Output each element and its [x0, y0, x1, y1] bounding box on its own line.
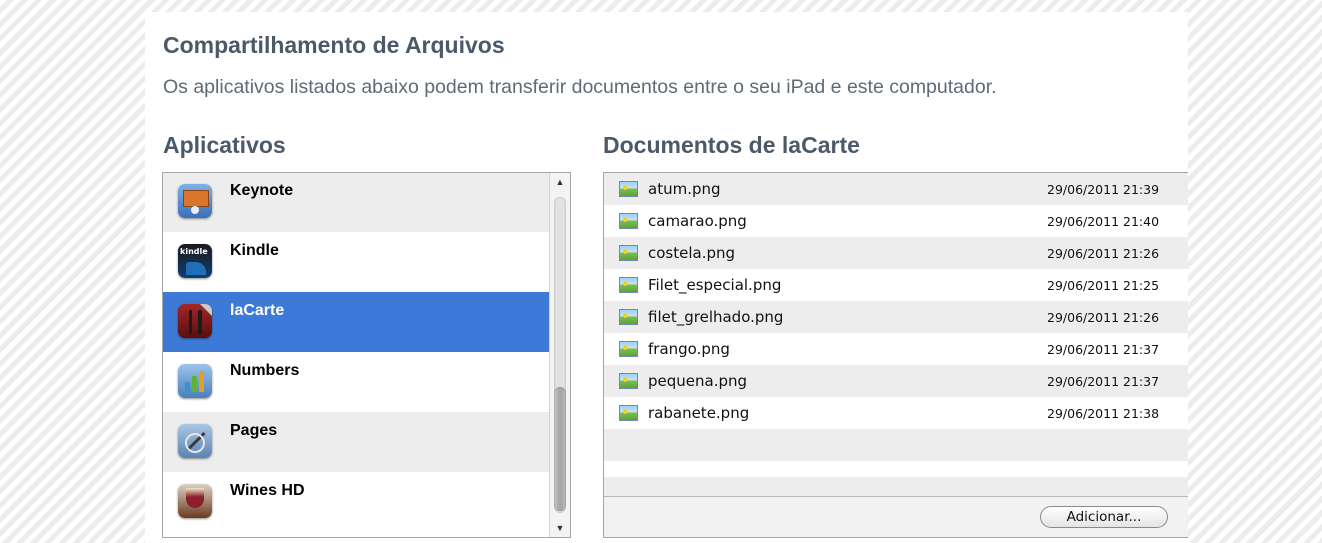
- scroll-up-arrow-icon[interactable]: ▲: [550, 173, 570, 191]
- wines-hd-icon: [178, 484, 212, 518]
- scroll-down-arrow-icon[interactable]: ▼: [550, 519, 570, 537]
- lacarte-icon: [178, 304, 212, 338]
- document-row[interactable]: pequena.png 29/06/2011 21:37: [604, 365, 1188, 397]
- app-item-wines-hd[interactable]: Wines HD: [163, 472, 549, 532]
- kindle-icon: kindle: [178, 244, 212, 278]
- pages-icon: [178, 424, 212, 458]
- document-date: 29/06/2011 21:26: [1047, 310, 1160, 325]
- app-name: Keynote: [230, 182, 294, 199]
- document-row[interactable]: rabanete.png 29/06/2011 21:38: [604, 397, 1188, 429]
- document-name: rabanete.png: [648, 404, 750, 422]
- image-file-icon: [619, 341, 638, 357]
- document-name: filet_grelhado.png: [648, 308, 784, 326]
- numbers-icon: [178, 364, 212, 398]
- app-item-numbers[interactable]: Numbers: [163, 352, 549, 412]
- document-date: 29/06/2011 21:40: [1047, 214, 1160, 229]
- kindle-icon-label: kindle: [180, 247, 208, 256]
- app-item-lacarte[interactable]: laCarte: [163, 292, 549, 352]
- add-button[interactable]: Adicionar...: [1040, 506, 1168, 528]
- apps-list[interactable]: Keynote kindle Kindle laCarte Numbers Pa…: [162, 172, 571, 538]
- document-row[interactable]: Filet_especial.png 29/06/2011 21:25: [604, 269, 1188, 301]
- document-name: Filet_especial.png: [648, 276, 782, 294]
- document-date: 29/06/2011 21:26: [1047, 246, 1160, 261]
- document-row[interactable]: atum.png 29/06/2011 21:39: [604, 173, 1188, 205]
- app-item-pages[interactable]: Pages: [163, 412, 549, 472]
- document-name: costela.png: [648, 244, 736, 262]
- document-row[interactable]: frango.png 29/06/2011 21:37: [604, 333, 1188, 365]
- app-name: Wines HD: [230, 482, 305, 499]
- document-date: 29/06/2011 21:39: [1047, 182, 1160, 197]
- app-item-kindle[interactable]: kindle Kindle: [163, 232, 549, 292]
- document-date: 29/06/2011 21:37: [1047, 374, 1160, 389]
- app-name: laCarte: [230, 302, 285, 319]
- document-date: 29/06/2011 21:37: [1047, 342, 1160, 357]
- document-date: 29/06/2011 21:25: [1047, 278, 1160, 293]
- document-name: camarao.png: [648, 212, 747, 230]
- apps-scrollbar[interactable]: ▲ ▼: [549, 173, 570, 537]
- image-file-icon: [619, 245, 638, 261]
- documents-footer: Adicionar...: [604, 496, 1188, 537]
- image-file-icon: [619, 213, 638, 229]
- image-file-icon: [619, 373, 638, 389]
- document-row[interactable]: costela.png 29/06/2011 21:26: [604, 237, 1188, 269]
- app-name: Numbers: [230, 362, 300, 379]
- app-item-keynote[interactable]: Keynote: [163, 173, 549, 232]
- empty-row: [604, 429, 1188, 461]
- document-name: atum.png: [648, 180, 721, 198]
- document-row[interactable]: filet_grelhado.png 29/06/2011 21:26: [604, 301, 1188, 333]
- image-file-icon: [619, 405, 638, 421]
- image-file-icon: [619, 181, 638, 197]
- empty-row: [604, 477, 1188, 497]
- page-subtitle: Os aplicativos listados abaixo podem tra…: [163, 76, 997, 98]
- documents-list[interactable]: atum.png 29/06/2011 21:39 camarao.png 29…: [603, 172, 1188, 538]
- scroll-track[interactable]: [554, 197, 566, 513]
- apps-heading: Aplicativos: [163, 132, 286, 158]
- page-title: Compartilhamento de Arquivos: [163, 32, 505, 58]
- app-name: Pages: [230, 422, 278, 439]
- document-date: 29/06/2011 21:38: [1047, 406, 1160, 421]
- document-name: pequena.png: [648, 372, 748, 390]
- document-row[interactable]: camarao.png 29/06/2011 21:40: [604, 205, 1188, 237]
- docs-heading: Documentos de laCarte: [603, 132, 860, 158]
- scroll-thumb[interactable]: [554, 387, 566, 511]
- app-name: Kindle: [230, 242, 279, 259]
- keynote-icon: [178, 184, 212, 218]
- document-name: frango.png: [648, 340, 730, 358]
- file-sharing-panel: Compartilhamento de Arquivos Os aplicati…: [145, 12, 1188, 543]
- image-file-icon: [619, 309, 638, 325]
- image-file-icon: [619, 277, 638, 293]
